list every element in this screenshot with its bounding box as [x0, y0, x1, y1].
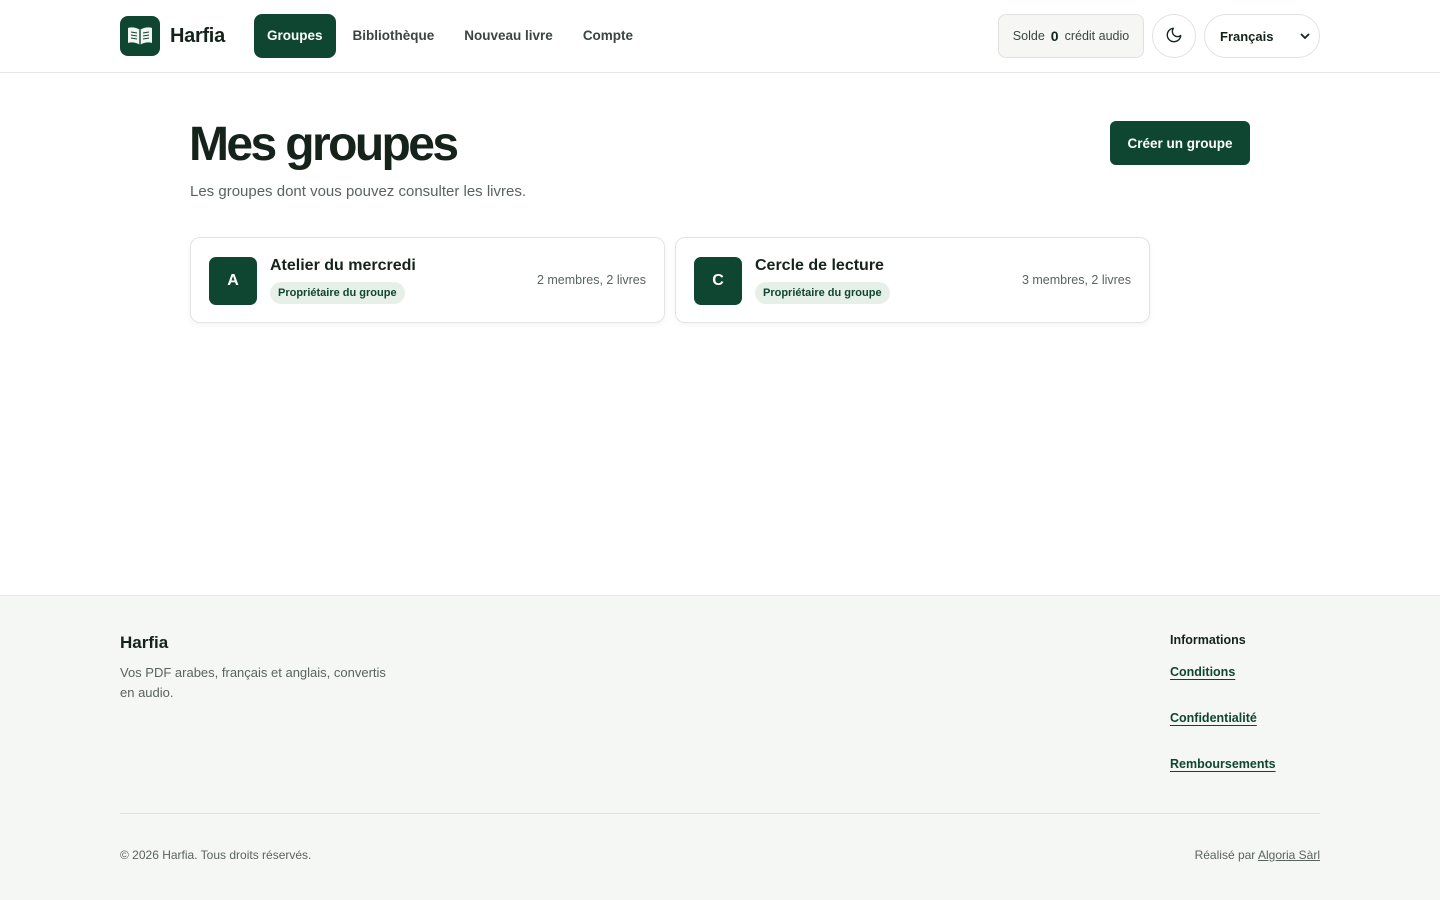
footer-link-conditions[interactable]: Conditions [1170, 665, 1235, 679]
balance-label: Solde [1012, 29, 1045, 43]
language-selected-value: Français [1220, 28, 1274, 44]
credit-prefix: Réalisé par [1194, 848, 1256, 862]
role-badge: Propriétaire du groupe [755, 282, 890, 304]
main-nav: Groupes Bibliothèque Nouveau livre Compt… [254, 14, 650, 58]
page-subtitle: Les groupes dont vous pouvez consulter l… [190, 183, 527, 200]
group-card[interactable]: C Cercle de lecture Propriétaire du grou… [675, 237, 1150, 323]
footer-brand: Harfia [120, 633, 169, 652]
brand-name: Harfia [170, 24, 225, 47]
balance-unit: crédit audio [1064, 29, 1130, 43]
footer-description: Vos PDF arabes, français et anglais, con… [120, 665, 386, 700]
copyright-text: © 2026 Harfia. Tous droits réservés. [120, 848, 312, 862]
group-meta: 3 membres, 2 livres [1021, 273, 1131, 287]
brand-logo-link[interactable]: Harfia [120, 16, 225, 56]
page-title: Mes groupes [189, 118, 459, 171]
language-select[interactable]: Français [1204, 14, 1320, 58]
role-badge: Propriétaire du groupe [270, 282, 405, 304]
group-card[interactable]: A Atelier du mercredi Propriétaire du gr… [190, 237, 665, 323]
nav-item-groupes[interactable]: Groupes [254, 14, 336, 58]
footer-info-heading: Informations [1170, 633, 1246, 647]
group-name: Atelier du mercredi [270, 257, 416, 274]
group-meta: 2 membres, 2 livres [536, 273, 646, 287]
nav-item-compte[interactable]: Compte [570, 14, 646, 58]
footer-divider [120, 813, 1320, 814]
credit-balance: Solde 0 crédit audio [998, 14, 1144, 58]
balance-amount: 0 [1050, 28, 1059, 44]
open-book-icon [120, 16, 160, 56]
theme-toggle-button[interactable] [1152, 14, 1196, 58]
moon-icon [1165, 26, 1183, 47]
nav-item-nouveau-livre[interactable]: Nouveau livre [451, 14, 566, 58]
credit-link[interactable]: Algoria Sàrl [1258, 848, 1320, 862]
footer-credit: Réalisé par Algoria Sàrl [1195, 848, 1320, 862]
top-navigation-bar: Harfia Groupes Bibliothèque Nouveau livr… [0, 0, 1440, 73]
footer-link-remboursements[interactable]: Remboursements [1170, 757, 1276, 771]
group-name: Cercle de lecture [755, 257, 884, 274]
group-avatar: A [209, 257, 257, 305]
chevron-down-icon [1299, 30, 1311, 45]
footer-link-confidentialite[interactable]: Confidentialité [1170, 711, 1257, 725]
create-group-button[interactable]: Créer un groupe [1110, 121, 1250, 165]
nav-item-bibliotheque[interactable]: Bibliothèque [340, 14, 448, 58]
group-avatar: C [694, 257, 742, 305]
site-footer: Harfia Vos PDF arabes, français et angla… [0, 595, 1440, 900]
